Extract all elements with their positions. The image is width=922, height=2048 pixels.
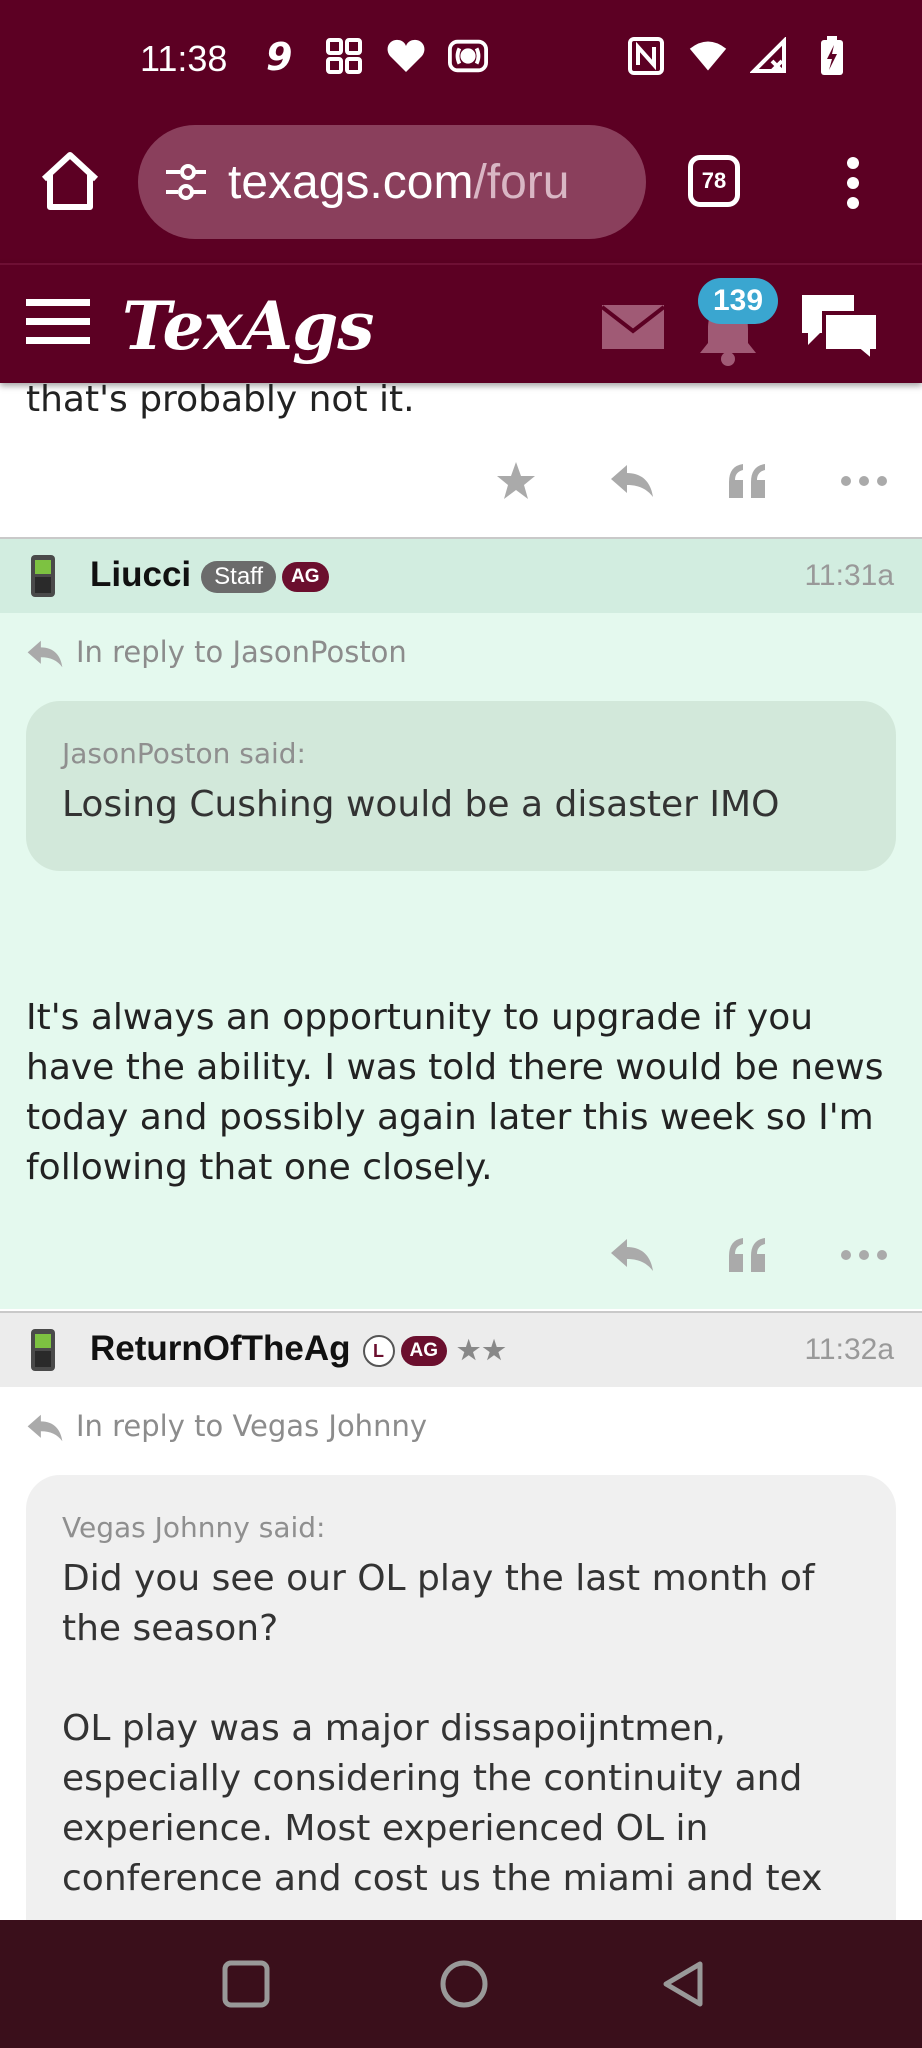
tab-switcher-button[interactable]: 78 bbox=[688, 155, 740, 207]
more-options-icon[interactable] bbox=[806, 1225, 922, 1285]
site-logo[interactable]: TexAgs bbox=[122, 287, 374, 365]
notification-count-badge[interactable]: 139 bbox=[698, 278, 778, 324]
quote-text: Losing Cushing would be a disaster IMO bbox=[62, 784, 780, 825]
reply-reference[interactable]: In reply to JasonPoston bbox=[0, 613, 922, 693]
ag-badge: AG bbox=[400, 1335, 448, 1366]
recent-apps-icon[interactable] bbox=[220, 1958, 272, 2010]
url-domain: texags.com bbox=[228, 155, 474, 209]
grid-apps-icon bbox=[324, 36, 364, 76]
post-header: ReturnOfTheAg L AG ★★ 11:32a bbox=[0, 1311, 922, 1387]
url-bar[interactable]: texags.com/foru bbox=[138, 125, 646, 239]
home-circle-icon[interactable] bbox=[438, 1958, 490, 2010]
previous-post-text: that's probably not it. bbox=[26, 383, 415, 420]
thread-content: that's probably not it. Liucci Staff AG 11… bbox=[0, 383, 922, 1920]
status-icons-left: 9 bbox=[262, 36, 488, 76]
star-rating: ★★ bbox=[457, 1335, 508, 1366]
star-icon[interactable] bbox=[458, 451, 574, 511]
staff-badge: Staff bbox=[201, 560, 277, 593]
lifetime-badge: L bbox=[362, 1334, 395, 1367]
post-time[interactable]: 11:32a bbox=[804, 1333, 894, 1367]
reply-reference[interactable]: In reply to Vegas Johnny bbox=[0, 1387, 922, 1467]
browser-toolbar: texags.com/foru 78 bbox=[0, 125, 922, 263]
author-name[interactable]: Liucci bbox=[90, 555, 191, 594]
quote-author: JasonPoston said: bbox=[62, 737, 306, 770]
quote-author: Vegas Johnny said: bbox=[62, 1511, 326, 1544]
overflow-menu-icon[interactable] bbox=[840, 155, 866, 211]
quote-icon[interactable] bbox=[690, 1225, 806, 1285]
back-icon[interactable] bbox=[658, 1958, 710, 2010]
radio-icon bbox=[448, 36, 488, 76]
quote-text: Did you see our OL play the last month o… bbox=[62, 1558, 823, 1899]
svg-text:9: 9 bbox=[266, 36, 292, 76]
battery-charging-icon bbox=[812, 36, 852, 76]
heart-icon bbox=[386, 36, 426, 76]
home-icon[interactable] bbox=[38, 149, 102, 213]
post-actions bbox=[574, 1225, 922, 1285]
site-header: TexAgs 139 bbox=[0, 263, 922, 383]
status-time: 11:38 bbox=[140, 38, 228, 79]
more-options-icon[interactable] bbox=[806, 451, 922, 511]
chat-bubbles-icon[interactable] bbox=[798, 291, 882, 366]
avatar[interactable] bbox=[28, 553, 58, 599]
post-time[interactable]: 11:31a bbox=[804, 559, 894, 593]
status-icons-right bbox=[626, 36, 852, 76]
system-navigation-bar bbox=[0, 1920, 922, 2048]
previous-post-actions bbox=[458, 451, 922, 511]
url-text: texags.com/foru bbox=[228, 155, 569, 210]
signal-icon bbox=[750, 36, 790, 76]
hamburger-menu-icon[interactable] bbox=[26, 297, 90, 347]
ag-badge: AG bbox=[282, 561, 329, 592]
post-header: Liucci Staff AG 11:31a bbox=[0, 537, 922, 613]
reply-arrow-icon bbox=[27, 1414, 63, 1442]
forum-post: Liucci Staff AG 11:31a In reply to JasonPo… bbox=[0, 537, 922, 1309]
avatar[interactable] bbox=[28, 1327, 58, 1373]
post-author[interactable]: Liucci Staff AG bbox=[90, 555, 329, 595]
post-body-text: It's always an opportunity to upgrade if… bbox=[26, 997, 884, 1188]
site-settings-icon[interactable] bbox=[164, 162, 208, 202]
quote-icon[interactable] bbox=[690, 451, 806, 511]
reply-icon[interactable] bbox=[574, 451, 690, 511]
reply-icon[interactable] bbox=[574, 1225, 690, 1285]
status-bar: 11:38 9 bbox=[0, 0, 922, 125]
post-author[interactable]: ReturnOfTheAg L AG ★★ bbox=[90, 1329, 508, 1369]
reply-arrow-icon bbox=[27, 640, 63, 668]
reply-to-text[interactable]: In reply to JasonPoston bbox=[76, 635, 407, 669]
post-body-area: In reply to Vegas Johnny Vegas Johnny sa… bbox=[0, 1387, 922, 1920]
post-body-area: In reply to JasonPoston JasonPoston said… bbox=[0, 613, 922, 1309]
author-name[interactable]: ReturnOfTheAg bbox=[90, 1329, 351, 1368]
wifi-icon bbox=[688, 36, 728, 76]
carrier-9-icon: 9 bbox=[262, 36, 302, 76]
nfc-icon bbox=[626, 36, 666, 76]
quote-box: Vegas Johnny said: Did you see our OL pl… bbox=[26, 1475, 896, 1920]
mail-icon[interactable] bbox=[600, 305, 666, 349]
url-path: /foru bbox=[473, 155, 570, 209]
reply-to-text[interactable]: In reply to Vegas Johnny bbox=[76, 1409, 427, 1443]
quote-box: JasonPoston said: Losing Cushing would b… bbox=[26, 701, 896, 871]
forum-post: ReturnOfTheAg L AG ★★ 11:32a In reply to Ve… bbox=[0, 1311, 922, 1920]
